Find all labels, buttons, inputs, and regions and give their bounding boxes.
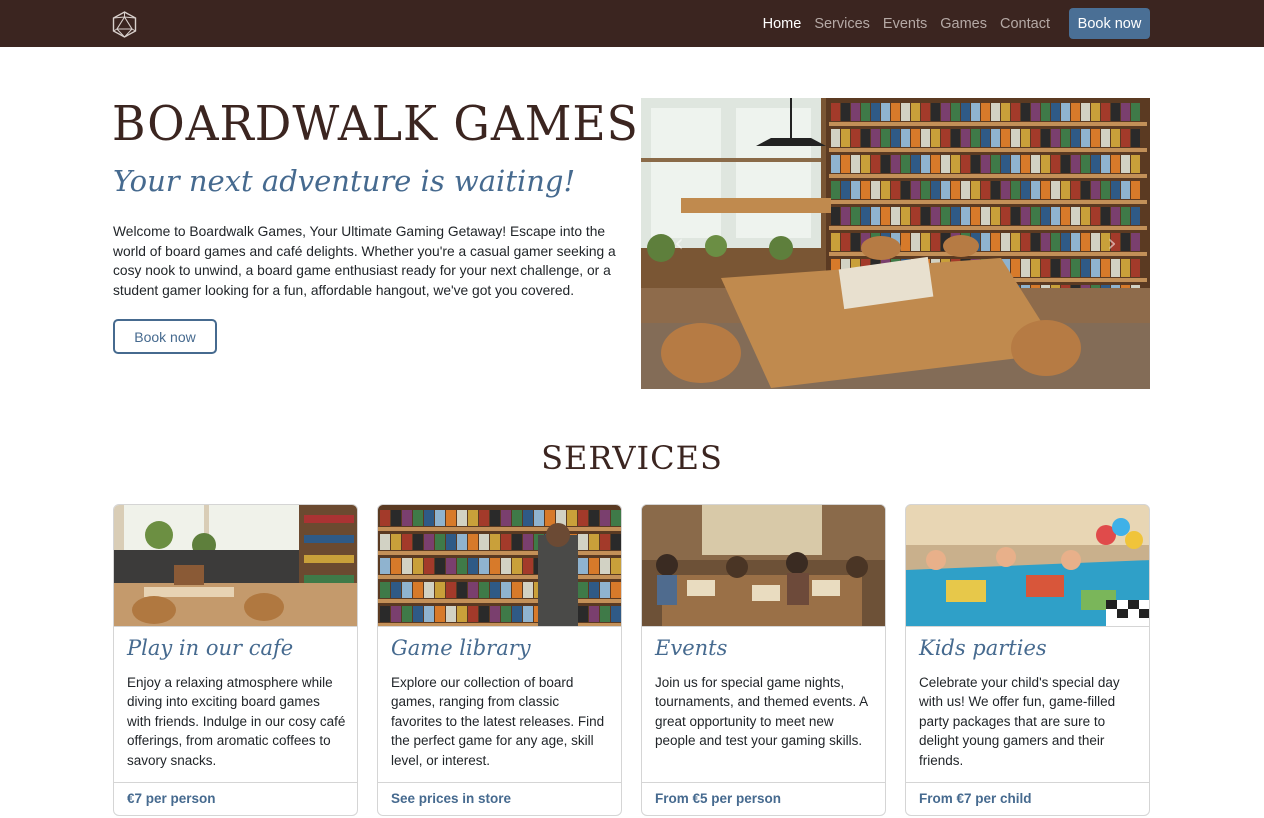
nav-link-contact[interactable]: Contact	[1000, 16, 1050, 32]
card-text: Join us for special game nights, tournam…	[655, 675, 868, 749]
card-price: From €5 per person	[642, 782, 885, 815]
events-image	[642, 505, 885, 627]
card-text: Enjoy a relaxing atmosphere while diving…	[127, 675, 346, 768]
hero-book-now-button[interactable]: Book now	[113, 319, 217, 354]
nav-book-now-button[interactable]: Book now	[1069, 8, 1150, 39]
nav-link-games[interactable]: Games	[940, 16, 987, 32]
navbar: Home Services Events Games Contact Book …	[0, 0, 1264, 47]
cafe-interior-image	[641, 98, 1150, 389]
hero-subtitle: Your next adventure is waiting!	[113, 164, 576, 198]
services-title: SERVICES	[541, 439, 723, 477]
card-price: See prices in store	[378, 782, 621, 815]
card-text: Celebrate your child's special day with …	[919, 675, 1120, 768]
nav-link-events[interactable]: Events	[883, 16, 927, 32]
hero-carousel[interactable]: ‹ ›	[641, 98, 1150, 389]
nav-link-home[interactable]: Home	[763, 16, 802, 32]
game-library-image	[378, 505, 621, 627]
service-card-cafe[interactable]: Play in our cafe Enjoy a relaxing atmosp…	[113, 504, 358, 816]
cafe-image	[114, 505, 357, 627]
main-nav: Home Services Events Games Contact	[763, 0, 1050, 47]
service-card-library[interactable]: Game library Explore our collection of b…	[377, 504, 622, 816]
card-price: €7 per person	[114, 782, 357, 815]
card-title: Events	[655, 636, 728, 660]
kids-party-image	[906, 505, 1149, 627]
card-title: Kids parties	[919, 636, 1047, 660]
hero-title: BOARDWALK GAMES	[112, 96, 639, 152]
chevron-right-icon[interactable]: ›	[1102, 228, 1122, 258]
card-title: Play in our cafe	[127, 636, 294, 660]
hero-description: Welcome to Boardwalk Games, Your Ultimat…	[113, 224, 616, 298]
chevron-left-icon[interactable]: ‹	[669, 228, 689, 258]
card-title: Game library	[391, 636, 531, 660]
nav-link-services[interactable]: Services	[814, 16, 870, 32]
card-price: From €7 per child	[906, 782, 1149, 815]
d20-dice-icon[interactable]	[112, 11, 137, 38]
card-text: Explore our collection of board games, r…	[391, 675, 605, 768]
service-card-events[interactable]: Events Join us for special game nights, …	[641, 504, 886, 816]
service-card-kids[interactable]: Kids parties Celebrate your child's spec…	[905, 504, 1150, 816]
